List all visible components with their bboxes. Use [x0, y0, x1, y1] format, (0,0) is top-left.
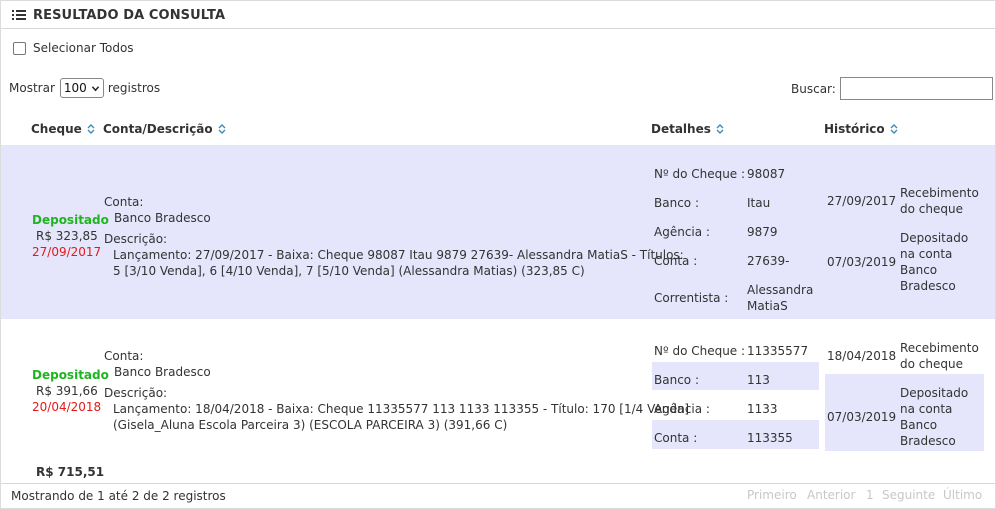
descricao-line-1: Lançamento: 27/09/2017 - Baixa: Cheque 9… — [113, 248, 684, 262]
detail-agencia-label: Agência : — [654, 225, 710, 239]
pagination-next[interactable]: Seguinte — [882, 488, 935, 502]
conta-value: Banco Bradesco — [114, 211, 211, 225]
historico-text: na conta — [900, 247, 953, 261]
sort-icon — [890, 124, 898, 134]
historico-text: na conta — [900, 402, 953, 416]
detail-correntista-line-1: Alessandra — [747, 283, 814, 297]
col-header-historico[interactable]: Histórico — [824, 122, 898, 136]
col-header-cheque-label: Cheque — [31, 122, 82, 136]
search-input[interactable] — [839, 77, 993, 100]
length-control: Mostrar 100 registros — [9, 78, 160, 98]
detail-correntista-label: Correntista : — [654, 291, 729, 305]
table-info: Mostrando de 1 até 2 de 2 registros — [11, 489, 226, 503]
pagination-page[interactable]: 1 — [866, 488, 874, 502]
historico-text: Depositado — [900, 386, 969, 400]
descricao-label: Descrição: — [104, 386, 168, 400]
pagination-first[interactable]: Primeiro — [747, 488, 797, 502]
descricao-label: Descrição: — [104, 232, 168, 246]
conta-label: Conta: — [104, 195, 144, 209]
pagination-prev[interactable]: Anterior — [807, 488, 855, 502]
panel-title: RESULTADO DA CONSULTA — [33, 8, 226, 23]
detail-banco-value: Itau — [747, 196, 771, 210]
conta-value: Banco Bradesco — [114, 365, 211, 379]
search-label: Buscar: — [791, 81, 836, 96]
search-control: Buscar: — [791, 77, 993, 100]
detail-conta-label: Conta : — [654, 254, 698, 268]
length-suffix: registros — [107, 81, 161, 95]
detail-conta-value: 27639- — [747, 254, 790, 268]
sort-icon — [716, 124, 724, 134]
col-header-detalhes[interactable]: Detalhes — [651, 122, 724, 136]
detail-conta-value: 113355 — [747, 431, 793, 445]
historico-date: 27/09/2017 — [827, 194, 897, 208]
total-value: R$ 715,51 — [36, 465, 105, 479]
sort-icon — [218, 124, 226, 134]
detail-cheque-value: 98087 — [747, 167, 786, 181]
col-header-detalhes-label: Detalhes — [651, 122, 711, 136]
length-select[interactable]: 100 — [59, 78, 104, 98]
col-header-cheque[interactable]: Cheque — [31, 122, 95, 136]
historico-date: 18/04/2018 — [827, 349, 897, 363]
select-all-label: Selecionar Todos — [33, 41, 134, 55]
historico-text: Bradesco — [900, 279, 956, 293]
detail-agencia-value: 9879 — [747, 225, 778, 239]
detail-cheque-value: 11335577 — [747, 344, 809, 358]
descricao-line-2: 5 [3/10 Venda], 6 [4/10 Venda], 7 [5/10 … — [113, 264, 585, 278]
detail-correntista-line-2: MatiaS — [747, 299, 788, 313]
pagination-last[interactable]: Último — [943, 488, 982, 502]
cheque-value: R$ 391,66 — [36, 384, 98, 398]
historico-text: do cheque — [900, 202, 963, 216]
detail-banco-label: Banco : — [654, 196, 699, 210]
descricao-line-2: (Gisela_Aluna Escola Parceira 3) (ESCOLA… — [113, 418, 508, 432]
historico-text: Bradesco — [900, 434, 956, 448]
panel-header: RESULTADO DA CONSULTA — [1, 1, 995, 29]
descricao-line-1: Lançamento: 18/04/2018 - Baixa: Cheque 1… — [113, 402, 690, 416]
chevron-down-icon — [91, 86, 99, 92]
cheque-date: 20/04/2018 — [32, 400, 102, 414]
detail-conta-label: Conta : — [654, 431, 698, 445]
cheque-value: R$ 323,85 — [36, 229, 98, 243]
col-header-conta[interactable]: Conta/Descrição — [103, 122, 226, 136]
col-header-historico-label: Histórico — [824, 122, 885, 136]
historico-text: Recebimento — [900, 341, 979, 355]
detail-banco-label: Banco : — [654, 373, 699, 387]
detail-cheque-label: Nº do Cheque : — [654, 344, 746, 358]
list-icon — [12, 10, 26, 20]
cheque-status: Depositado — [32, 213, 109, 227]
detail-agencia-label: Agência : — [654, 402, 710, 416]
detail-cheque-label: Nº do Cheque : — [654, 167, 746, 181]
historico-text: Recebimento — [900, 186, 979, 200]
conta-label: Conta: — [104, 349, 144, 363]
sort-icon — [87, 124, 95, 134]
length-select-value: 100 — [63, 81, 87, 95]
length-prefix: Mostrar — [9, 81, 55, 95]
footer-divider — [1, 483, 995, 484]
historico-date: 07/03/2019 — [827, 255, 897, 269]
historico-text: Banco — [900, 418, 938, 432]
detail-agencia-value: 1133 — [747, 402, 778, 416]
select-all[interactable]: Selecionar Todos — [13, 41, 134, 55]
detail-banco-value: 113 — [747, 373, 770, 387]
historico-text: Banco — [900, 263, 938, 277]
historico-date: 07/03/2019 — [827, 410, 897, 424]
select-all-checkbox[interactable] — [13, 41, 26, 55]
cheque-status: Depositado — [32, 368, 109, 382]
cheque-date: 27/09/2017 — [32, 245, 102, 259]
historico-text: Depositado — [900, 231, 969, 245]
historico-text: do cheque — [900, 357, 963, 371]
results-panel: RESULTADO DA CONSULTA Selecionar Todos M… — [0, 0, 996, 509]
col-header-conta-label: Conta/Descrição — [103, 122, 213, 136]
